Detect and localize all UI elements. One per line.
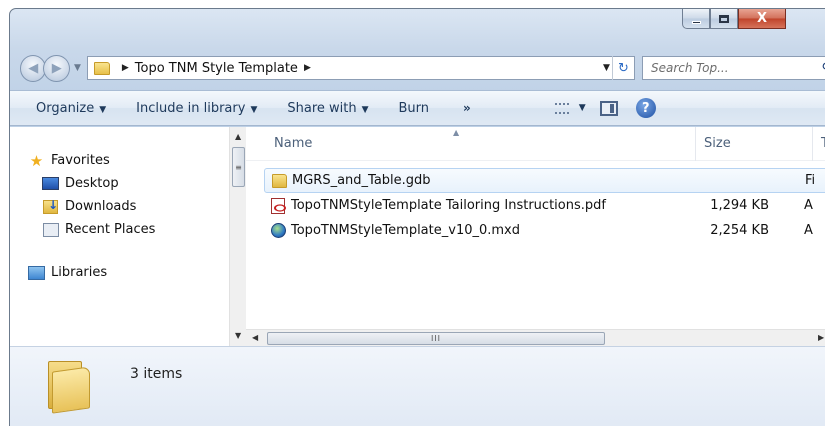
- nav-label: Desktop: [65, 176, 119, 191]
- views-icon: [554, 102, 569, 114]
- file-type: A: [804, 223, 813, 238]
- organize-button[interactable]: Organize ▼: [36, 101, 106, 116]
- explorer-window: X ◀ ▶ ▼ ▶ Topo TNM Style Template ▶ ▼ ↻ …: [9, 8, 825, 426]
- scroll-right-icon[interactable]: ▶: [818, 333, 824, 342]
- file-name: TopoTNMStyleTemplate_v10_0.mxd: [291, 223, 520, 238]
- file-row-gdb[interactable]: MGRS_and_Table.gdb Fi: [264, 168, 825, 193]
- forward-button[interactable]: ▶: [43, 54, 70, 82]
- file-list-pane: Name ▲ Size Ty MGRS_and_Table.gdb Fi Top…: [246, 127, 825, 346]
- refresh-button[interactable]: ↻: [611, 56, 634, 80]
- column-divider[interactable]: [812, 127, 813, 161]
- column-divider[interactable]: [695, 127, 696, 161]
- chevron-down-icon: ▼: [578, 103, 586, 113]
- grip-icon: III: [430, 334, 442, 343]
- help-glyph: ?: [641, 100, 650, 116]
- file-size: 1,294 KB: [710, 198, 769, 213]
- folder-icon: [271, 173, 287, 189]
- include-label: Include in library: [136, 100, 246, 116]
- nav-list: ★ Favorites Desktop Downloads Recent Pla…: [28, 149, 155, 284]
- views-button[interactable]: ▼: [554, 102, 586, 114]
- search-input[interactable]: Search Top... ⚲: [641, 56, 825, 80]
- recent-pages-dropdown[interactable]: ▼: [74, 63, 81, 73]
- column-header-name[interactable]: Name: [274, 136, 312, 151]
- share-with-button[interactable]: Share with ▼: [287, 101, 368, 116]
- file-rows: MGRS_and_Table.gdb Fi TopoTNMStyleTempla…: [264, 168, 825, 243]
- libraries-icon: [28, 265, 45, 280]
- nav-item-downloads[interactable]: Downloads: [28, 195, 155, 218]
- search-placeholder: Search Top...: [650, 61, 729, 75]
- folder-icon: [44, 359, 96, 414]
- folder-icon: [93, 61, 110, 75]
- include-in-library-button[interactable]: Include in library ▼: [136, 101, 257, 116]
- content-area: ★ Favorites Desktop Downloads Recent Pla…: [10, 127, 825, 361]
- nav-label: Downloads: [65, 199, 137, 214]
- item-count: 3 items: [130, 366, 183, 382]
- back-arrow-icon: ◀: [28, 60, 39, 76]
- file-type: Fi: [805, 173, 816, 188]
- scroll-thumb[interactable]: III: [267, 332, 605, 345]
- nav-vertical-scrollbar[interactable]: ▲ ≡ ▼: [229, 127, 246, 346]
- burn-button[interactable]: Burn: [399, 101, 430, 116]
- grip-icon: ≡: [235, 162, 242, 172]
- close-icon: X: [756, 11, 768, 26]
- column-headers: Name ▲ Size Ty: [246, 127, 825, 161]
- address-dropdown-icon[interactable]: ▼: [603, 63, 610, 73]
- scroll-thumb[interactable]: ≡: [232, 147, 245, 187]
- nav-item-recent-places[interactable]: Recent Places: [28, 218, 155, 241]
- desktop-icon: [42, 176, 59, 191]
- file-row-pdf[interactable]: TopoTNMStyleTemplate Tailoring Instructi…: [264, 193, 825, 218]
- file-row-mxd[interactable]: TopoTNMStyleTemplate_v10_0.mxd 2,254 KB …: [264, 218, 825, 243]
- breadcrumb[interactable]: Topo TNM Style Template: [135, 61, 298, 76]
- breadcrumb-arrow-icon[interactable]: ▶: [122, 63, 129, 73]
- file-type: A: [804, 198, 813, 213]
- maximize-button[interactable]: [710, 9, 738, 29]
- scroll-down-icon[interactable]: ▼: [235, 331, 241, 340]
- caption-buttons: X: [682, 9, 786, 30]
- search-icon[interactable]: ⚲: [821, 61, 825, 76]
- sort-ascending-icon: ▲: [453, 128, 460, 137]
- breadcrumb-arrow-icon[interactable]: ▶: [304, 63, 311, 73]
- column-header-type[interactable]: Ty: [821, 136, 825, 151]
- nav-label: Favorites: [51, 153, 110, 168]
- nav-item-favorites[interactable]: ★ Favorites: [28, 149, 155, 172]
- help-icon[interactable]: ?: [635, 98, 656, 118]
- recent-places-icon: [42, 222, 59, 237]
- nav-label: Recent Places: [65, 222, 156, 237]
- address-bar[interactable]: ▶ Topo TNM Style Template ▶ ▼ ↻: [86, 56, 635, 80]
- nav-item-libraries[interactable]: Libraries: [28, 261, 155, 284]
- mxd-icon: [270, 223, 286, 239]
- close-button[interactable]: X: [738, 9, 786, 29]
- minimize-button[interactable]: [682, 9, 710, 29]
- downloads-icon: [42, 198, 59, 214]
- nav-item-desktop[interactable]: Desktop: [28, 172, 155, 195]
- chevron-down-icon: ▼: [250, 104, 258, 115]
- nav-label: Libraries: [51, 265, 108, 280]
- chevron-down-icon: ▼: [361, 104, 369, 115]
- file-horizontal-scrollbar[interactable]: ◀ III ▶: [246, 329, 825, 346]
- share-label: Share with: [287, 100, 357, 116]
- column-header-size[interactable]: Size: [704, 136, 731, 151]
- navigation-pane: ★ Favorites Desktop Downloads Recent Pla…: [10, 127, 246, 346]
- pdf-icon: [270, 197, 286, 214]
- command-bar: Organize ▼ Include in library ▼ Share with…: [10, 90, 825, 126]
- refresh-icon: ↻: [618, 60, 629, 76]
- details-pane: 3 items: [10, 346, 825, 426]
- forward-arrow-icon: ▶: [51, 60, 62, 76]
- more-commands-button[interactable]: »: [463, 101, 471, 115]
- scroll-left-icon[interactable]: ◀: [252, 333, 258, 342]
- file-name: TopoTNMStyleTemplate Tailoring Instructi…: [291, 198, 606, 213]
- file-size: 2,254 KB: [710, 223, 769, 238]
- star-icon: ★: [29, 151, 44, 170]
- scroll-up-icon[interactable]: ▲: [235, 132, 241, 141]
- preview-pane-icon[interactable]: [599, 100, 618, 116]
- file-name: MGRS_and_Table.gdb: [292, 173, 431, 188]
- chevron-down-icon: ▼: [99, 104, 107, 115]
- organize-label: Organize: [36, 100, 95, 116]
- address-row: ◀ ▶ ▼ ▶ Topo TNM Style Template ▶ ▼ ↻ Se…: [20, 52, 825, 84]
- maximize-icon: [719, 14, 729, 23]
- minimize-icon: [691, 20, 701, 24]
